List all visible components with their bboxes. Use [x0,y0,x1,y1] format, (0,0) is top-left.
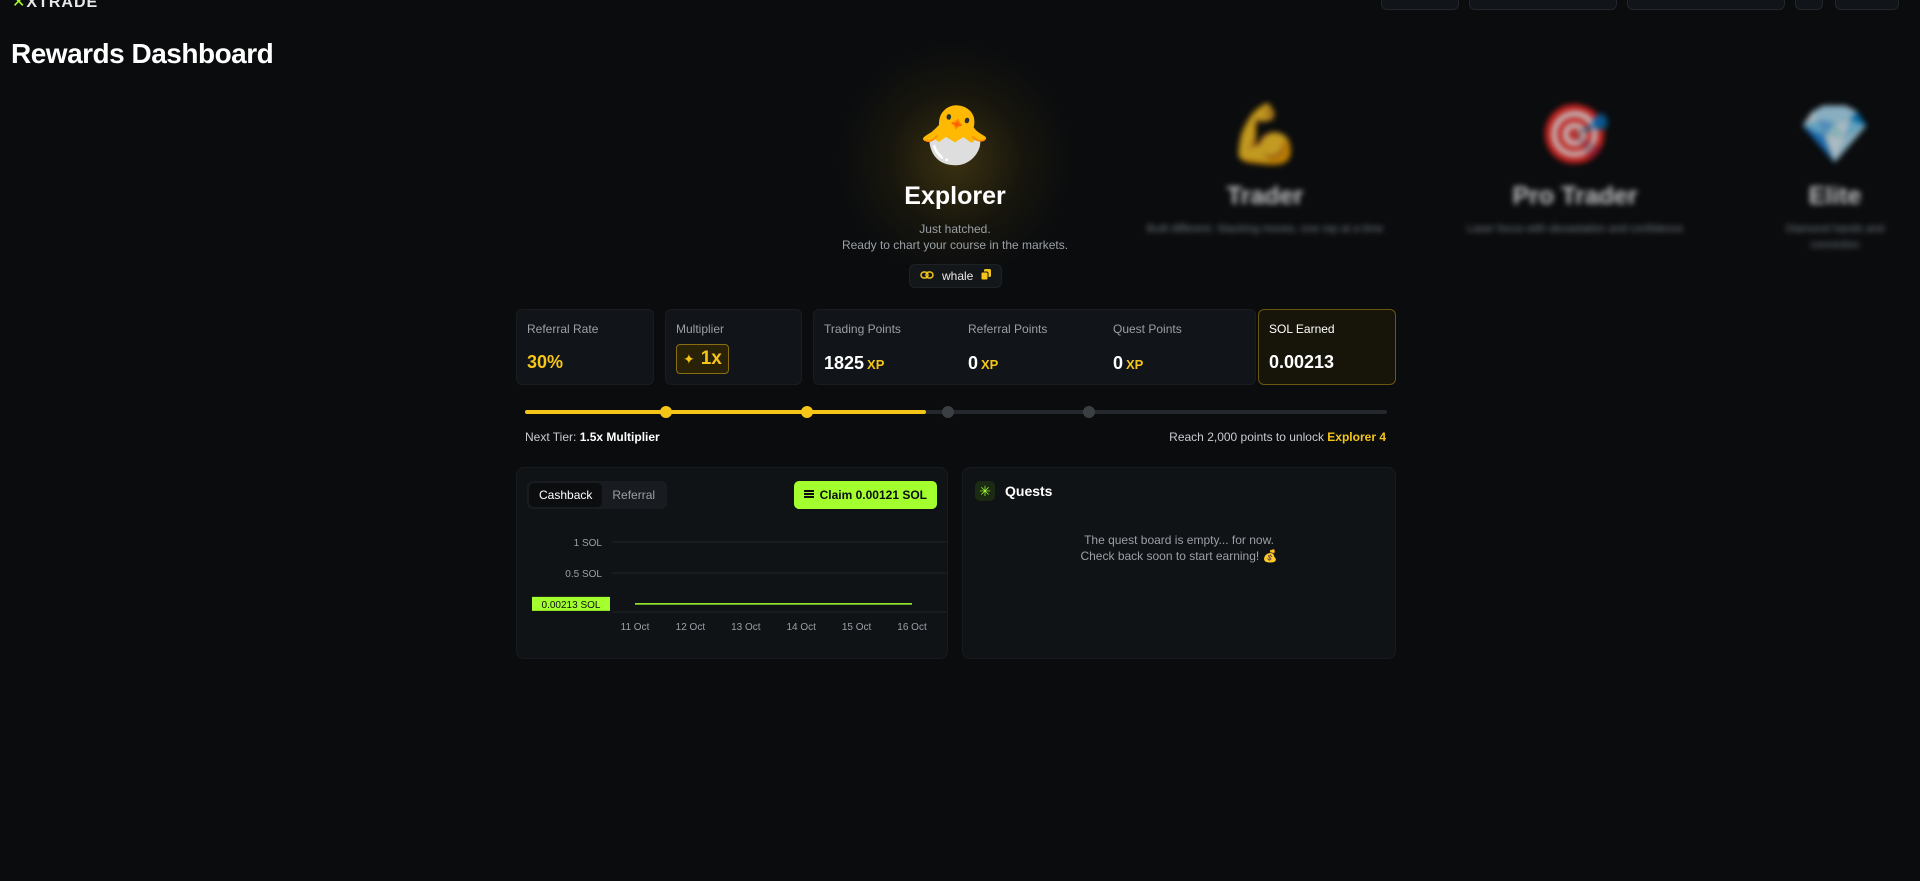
cashback-chart: 1 SOL 0.5 SOL 11 Oct 12 Oct 13 Oct 14 Oct 15 O… [532,538,947,633]
current-value-label: 0.00213 SOL [542,600,601,611]
sparkle-icon: ✦ [683,350,695,367]
x-tick-label: 15 Oct [842,622,872,633]
tier-pro-trader[interactable]: 🎯 Pro Trader Laser focus with devastatio… [1445,96,1705,237]
quests-empty-message: The quest board is empty... for now. Che… [1080,533,1278,563]
tier-desc: Just hatched. Ready to chart your course… [841,222,1069,252]
top-bar: ✕XTRADE [0,0,1920,12]
top-wallet[interactable] [1627,0,1785,10]
top-search[interactable] [1469,0,1617,10]
quests-panel: ✳ Quests The quest board is empty... for… [962,467,1396,659]
cashback-panel: Cashback Referral Claim 0.00121 SOL 1 SO… [516,467,948,659]
points-card: Trading Points 1825 XP Referral Points 0X… [813,309,1256,385]
multiplier-value: 1x [700,348,722,369]
top-profile[interactable] [1835,0,1899,10]
tier-name: Explorer [904,182,1006,210]
quests-header: ✳ Quests [975,481,1052,501]
progress-milestone-dot [800,406,813,418]
tier-desc: Laser focus with devastation and confide… [1466,223,1684,235]
card-label: SOL Earned [1269,322,1335,336]
tier-progress-fill [525,410,926,414]
link-icon [920,269,934,283]
y-tick-label: 0.5 SOL [565,569,602,580]
page-title: Rewards Dashboard [11,38,274,69]
top-control[interactable] [1381,0,1459,10]
muscle-icon: 💪 [1228,102,1302,167]
diamond-icon: 💎 [1798,102,1872,167]
tier-name: Trader [1226,182,1304,210]
y-tick-label: 1 SOL [574,538,603,549]
top-icon-button[interactable] [1795,0,1823,10]
tier-explorer[interactable]: 🐣 Explorer Just hatched. Ready to chart … [825,96,1085,253]
x-tick-label: 13 Oct [731,622,761,633]
referral-rate-value: 30% [527,352,564,372]
progress-milestone-dot [1082,406,1095,418]
reach-info: Reach 2,000 points to unlock Explorer 4 [1169,430,1386,444]
tier-name: Elite [1808,182,1862,210]
target-icon: 🎯 [1538,102,1612,167]
logo[interactable]: ✕XTRADE [12,0,98,12]
quest-points: Quest Points 0 XP [1113,322,1182,373]
x-tick-label: 11 Oct [621,622,650,633]
card-label: Multiplier [676,322,725,336]
tier-trader[interactable]: 💪 Trader Built different. Stacking moves… [1135,96,1395,237]
referral-code-chip[interactable]: whale [909,264,1003,288]
sol-earned-value: 0.00213 [1269,352,1335,372]
referral-points: Referral Points 0 XP [968,322,1048,373]
referral-rate-card: Referral Rate 30% [516,309,654,385]
tier-desc: Diamond hands and conviction [1785,223,1885,251]
sol-earned-card: SOL Earned 0.00213 [1258,309,1396,385]
x-tick-label: 16 Oct [897,622,927,633]
trading-points: Trading Points 1825 XP [824,322,901,373]
quests-title: Quests [1005,483,1053,499]
chick-icon: 🐣 [918,102,992,167]
copy-icon[interactable] [980,269,992,283]
progress-milestone-dot [659,406,672,418]
tier-elite[interactable]: 💎 Elite Diamond hands and conviction [1755,96,1915,253]
multiplier-badge: ✦ 1x [676,344,729,374]
multiplier-card: Multiplier ✦ 1x [665,309,802,385]
card-label: Referral Rate [527,322,599,336]
tier-desc: Built different. Stacking moves, one rep… [1146,223,1384,235]
referral-code: whale [942,269,974,283]
progress-milestone-dot [942,406,955,418]
tier-name: Pro Trader [1512,182,1638,210]
asterisk-icon: ✳ [975,481,995,501]
tier-progress-bar [525,406,1387,418]
next-tier-info: Next Tier: 1.5x Multiplier [525,430,660,444]
x-tick-label: 12 Oct [676,622,706,633]
x-tick-label: 14 Oct [786,622,816,633]
